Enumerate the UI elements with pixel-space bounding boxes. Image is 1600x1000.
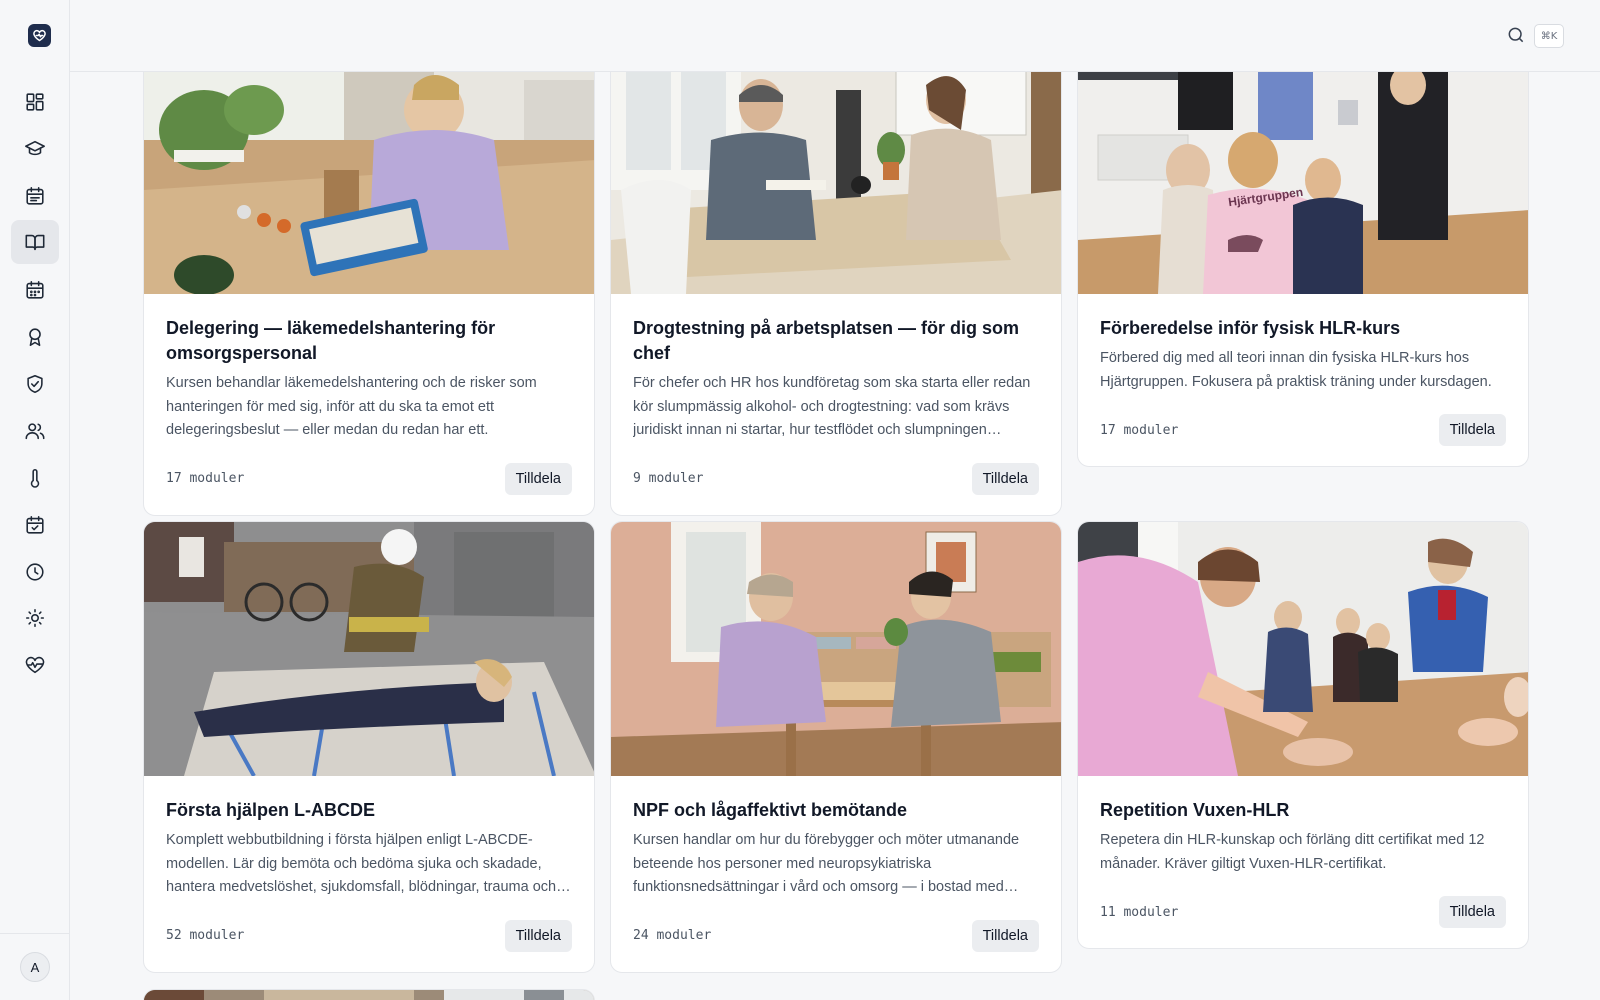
course-image-npf	[611, 522, 1061, 776]
search-button[interactable]	[1506, 25, 1528, 47]
graduation-cap-icon	[25, 140, 45, 156]
sidebar-item-compliance[interactable]	[11, 362, 59, 406]
sidebar-item-history[interactable]	[11, 550, 59, 594]
course-image-cpr-group: Hjärtgruppen	[1078, 72, 1528, 294]
sidebar-item-library[interactable]	[11, 220, 59, 264]
sidebar-item-theme[interactable]	[11, 596, 59, 640]
heart-pulse-icon	[25, 656, 45, 674]
assign-button[interactable]: Tilldela	[1438, 896, 1506, 928]
thermometer-icon	[30, 468, 40, 488]
assign-button[interactable]: Tilldela	[504, 919, 572, 952]
assign-button[interactable]: Tilldela	[971, 462, 1039, 495]
sidebar-item-calendar[interactable]	[11, 268, 59, 312]
book-open-icon	[25, 234, 45, 251]
module-count: 17 moduler	[1100, 422, 1179, 438]
course-title: Förberedelse inför fysisk HLR-kurs	[1100, 318, 1401, 338]
course-title: Repetition Vuxen-HLR	[1100, 800, 1290, 820]
sidebar-item-bookings[interactable]	[11, 503, 59, 547]
course-image-cpr-practice	[1078, 522, 1528, 776]
sidebar-item-health[interactable]	[11, 456, 59, 500]
course-description: Förbered dig med all teori innan din fys…	[1100, 350, 1492, 390]
course-card[interactable]: Hjärtgruppen Förberedelse inför fysisk H…	[1077, 72, 1529, 467]
sidebar-divider	[0, 933, 70, 934]
sidebar-item-users[interactable]	[11, 409, 59, 453]
dashboard-icon	[26, 93, 44, 111]
course-image-next	[144, 990, 594, 1000]
sidebar-item-courses[interactable]	[11, 127, 59, 171]
course-description: Komplett webbutbildning i första hjälpen…	[166, 832, 557, 895]
module-count: 9 moduler	[633, 471, 704, 486]
sun-icon	[25, 608, 45, 628]
course-image-first-aid	[144, 522, 594, 776]
sidebar: A	[0, 0, 70, 1000]
course-title: Drogtestning på arbetsplatsen — för dig …	[633, 318, 1020, 363]
course-title: NPF och lågaffektivt bemötande	[633, 800, 908, 820]
award-icon	[29, 328, 41, 347]
avatar[interactable]: A	[20, 952, 50, 982]
course-grid: Delegering — läkemedelshantering för oms…	[70, 72, 1600, 1000]
course-card[interactable]	[143, 989, 595, 1000]
course-card[interactable]: Repetition Vuxen-HLR Repetera din HLR-ku…	[1077, 521, 1529, 949]
clock-icon	[26, 563, 44, 581]
course-card[interactable]: Delegering — läkemedelshantering för oms…	[143, 72, 595, 516]
course-title: Delegering — läkemedelshantering för oms…	[166, 318, 496, 363]
course-description: Repetera din HLR-kunskap och förläng dit…	[1100, 832, 1485, 872]
search-shortcut-badge[interactable]: ⌘K	[1534, 24, 1564, 48]
assign-button[interactable]: Tilldela	[1438, 414, 1506, 446]
module-count: 24 moduler	[633, 928, 712, 943]
sidebar-item-schedule[interactable]	[11, 174, 59, 218]
module-count: 11 moduler	[1100, 904, 1179, 920]
course-card[interactable]: Första hjälpen L-ABCDE Komplett webbutbi…	[143, 521, 595, 973]
sidebar-item-cpr[interactable]	[11, 643, 59, 687]
shield-check-icon	[27, 374, 43, 394]
search-icon	[1508, 27, 1524, 43]
heart-logo-icon	[33, 30, 46, 42]
assign-button[interactable]: Tilldela	[504, 462, 572, 495]
users-icon	[25, 423, 45, 440]
module-count: 17 moduler	[166, 471, 245, 486]
assign-button[interactable]: Tilldela	[971, 919, 1039, 952]
calendar-icon	[26, 280, 44, 299]
sidebar-item-certificates[interactable]	[11, 315, 59, 359]
sidebar-item-dashboard[interactable]	[11, 80, 59, 124]
topbar: ⌘K	[70, 0, 1600, 72]
calendar-check-icon	[26, 515, 44, 534]
course-image-meeting	[611, 72, 1061, 294]
course-card[interactable]: NPF och lågaffektivt bemötande Kursen ha…	[610, 521, 1062, 973]
course-description: Kursen handlar om hur du förebygger och …	[633, 832, 1020, 895]
app-logo[interactable]	[28, 24, 51, 47]
course-description: För chefer och HR hos kundföretag som sk…	[633, 375, 1031, 438]
course-description: Kursen behandlar läkemedelshantering och…	[166, 375, 537, 438]
course-card[interactable]: Drogtestning på arbetsplatsen — för dig …	[610, 72, 1062, 516]
course-image-medication	[144, 72, 594, 294]
module-count: 52 moduler	[166, 928, 245, 943]
course-title: Första hjälpen L-ABCDE	[166, 800, 376, 820]
calendar-list-icon	[26, 186, 44, 205]
